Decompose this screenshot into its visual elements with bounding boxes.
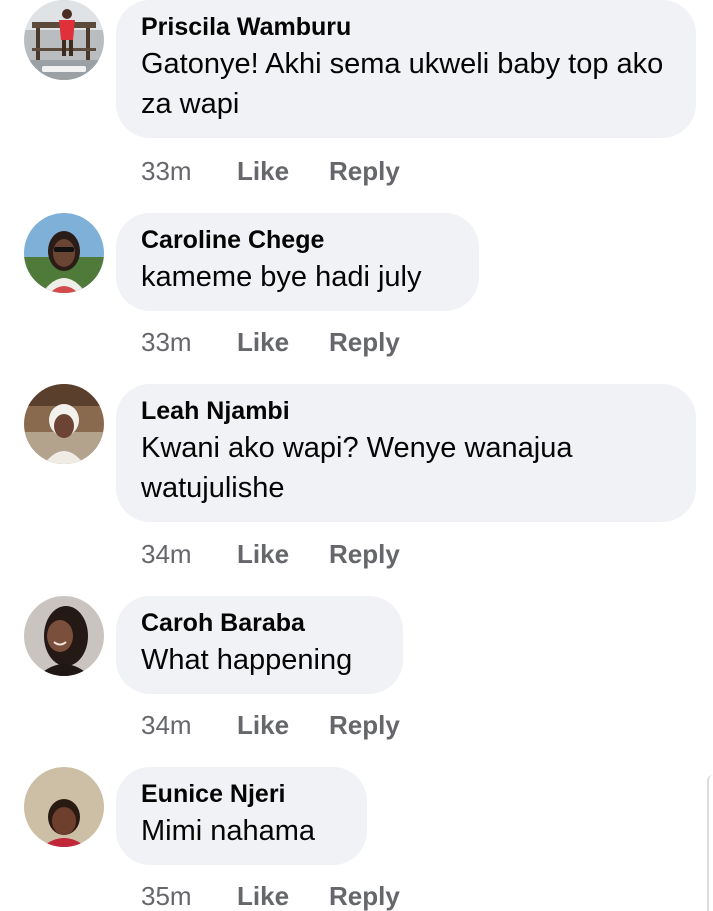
- comment-bubble[interactable]: Caroh Baraba What happening: [116, 596, 403, 694]
- like-button[interactable]: Like: [237, 156, 289, 186]
- comment-author[interactable]: Caroline Chege: [141, 225, 453, 255]
- reply-button[interactable]: Reply: [329, 156, 400, 186]
- like-button[interactable]: Like: [237, 539, 289, 569]
- comment-author[interactable]: Caroh Baraba: [141, 608, 377, 638]
- comment-author[interactable]: Priscila Wamburu: [141, 12, 670, 42]
- comment-text: Gatonye! Akhi sema ukweli baby top ako z…: [141, 48, 664, 120]
- comment-text: What happening: [141, 644, 353, 676]
- comment-bubble[interactable]: Caroline Chege kameme bye hadi july: [116, 213, 479, 311]
- reply-button[interactable]: Reply: [329, 539, 400, 569]
- like-button[interactable]: Like: [237, 881, 289, 911]
- reply-button[interactable]: Reply: [329, 327, 400, 357]
- comment-author[interactable]: Leah Njambi: [141, 396, 670, 426]
- comment-text: kameme bye hadi july: [141, 261, 422, 293]
- avatar[interactable]: [24, 384, 104, 464]
- avatar[interactable]: [24, 213, 104, 293]
- comment-timestamp[interactable]: 34m: [141, 710, 192, 740]
- reply-button[interactable]: Reply: [329, 881, 400, 911]
- profile-photo-icon: [24, 384, 104, 464]
- comment-timestamp[interactable]: 35m: [141, 881, 192, 911]
- comment-bubble[interactable]: Priscila Wamburu Gatonye! Akhi sema ukwe…: [116, 0, 696, 138]
- comment-timestamp[interactable]: 34m: [141, 539, 192, 569]
- comment-text: Mimi nahama: [141, 815, 316, 847]
- like-button[interactable]: Like: [237, 710, 289, 740]
- edge-divider: [707, 775, 713, 911]
- comment-timestamp[interactable]: 33m: [141, 156, 192, 186]
- comment-bubble[interactable]: Eunice Njeri Mimi nahama: [116, 767, 367, 865]
- reply-button[interactable]: Reply: [329, 710, 400, 740]
- comment-text: Kwani ako wapi? Wenye wanajua watujulish…: [141, 432, 573, 504]
- avatar[interactable]: [24, 767, 104, 847]
- comment-bubble[interactable]: Leah Njambi Kwani ako wapi? Wenye wanaju…: [116, 384, 696, 522]
- comment-author[interactable]: Eunice Njeri: [141, 779, 341, 809]
- profile-photo-icon: [24, 0, 104, 80]
- like-button[interactable]: Like: [237, 327, 289, 357]
- profile-photo-icon: [24, 767, 104, 847]
- avatar[interactable]: [24, 596, 104, 676]
- profile-photo-icon: [24, 596, 104, 676]
- avatar[interactable]: [24, 0, 104, 80]
- profile-photo-icon: [24, 213, 104, 293]
- comment-timestamp[interactable]: 33m: [141, 327, 192, 357]
